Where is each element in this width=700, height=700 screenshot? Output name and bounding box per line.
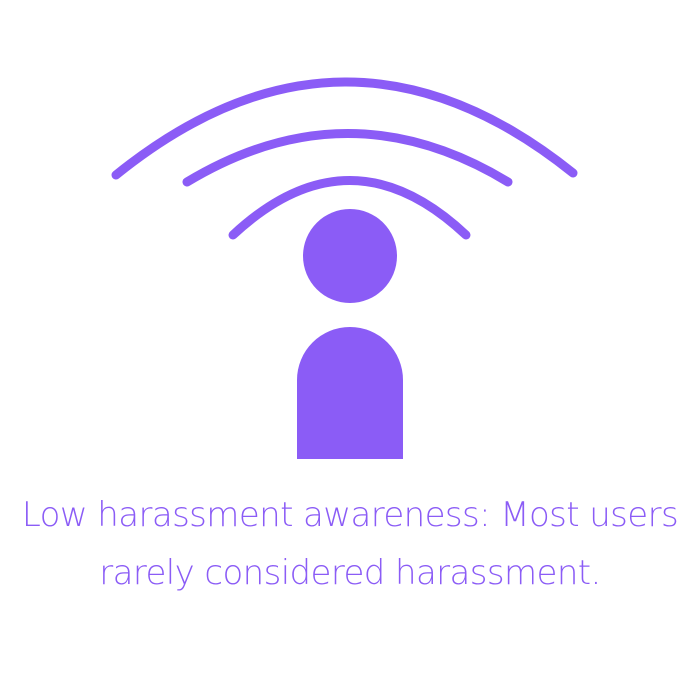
signal-wave-outer	[111, 77, 578, 180]
person-body	[297, 327, 403, 459]
caption-line-1: Low harassment awareness: Most users	[21, 495, 679, 535]
person-signal-icon	[111, 77, 578, 459]
infographic-card: Low harassment awareness: Most users rar…	[0, 0, 700, 700]
caption-line-2: rarely considered harassment.	[99, 553, 601, 593]
person-head	[303, 209, 397, 303]
caption-text: Low harassment awareness: Most users rar…	[0, 486, 700, 602]
signal-wave-middle	[182, 129, 513, 187]
